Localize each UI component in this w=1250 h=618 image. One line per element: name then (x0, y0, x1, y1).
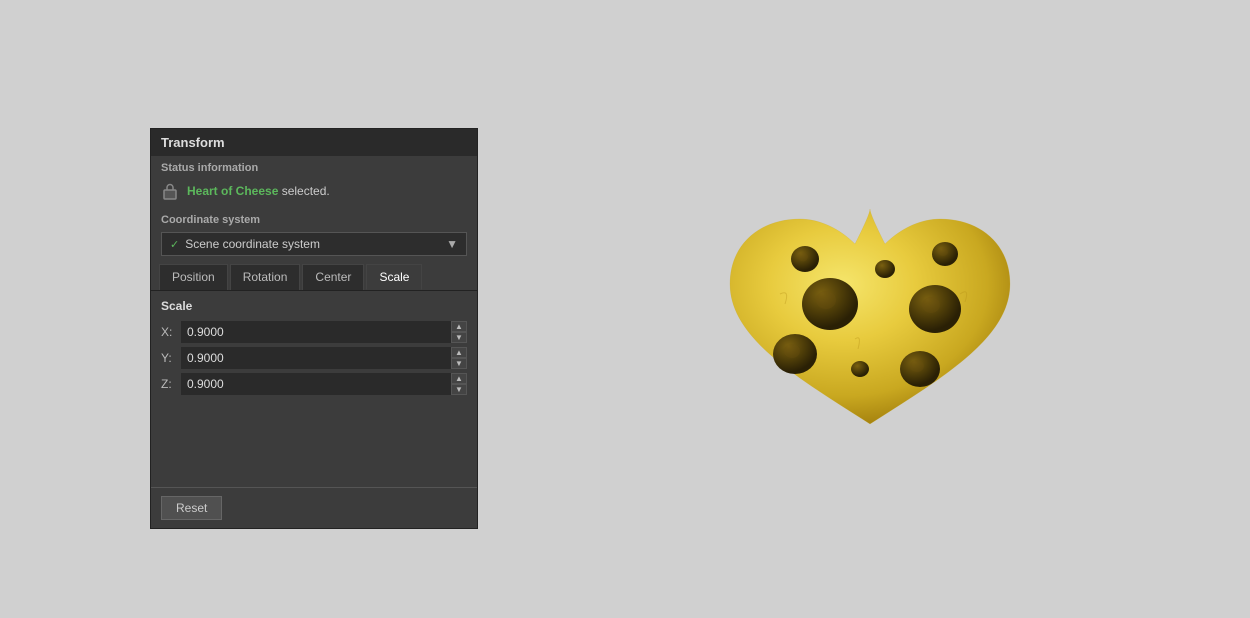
status-text: Heart of Cheese selected. (187, 184, 330, 198)
y-input-row: Y: ▲ ▼ (161, 347, 467, 369)
coord-section-label: Coordinate system (151, 208, 477, 230)
y-value-input[interactable] (181, 347, 467, 369)
tab-center[interactable]: Center (302, 264, 364, 290)
scale-title: Scale (161, 299, 467, 313)
tab-position[interactable]: Position (159, 264, 228, 290)
coord-system-dropdown[interactable]: ✓ Scene coordinate system ▼ (161, 232, 467, 256)
x-decrement-button[interactable]: ▼ (451, 332, 467, 343)
x-axis-label: X: (161, 325, 181, 339)
chevron-down-icon: ▼ (446, 237, 458, 251)
z-value-input[interactable] (181, 373, 467, 395)
z-input-container: ▲ ▼ (181, 373, 467, 395)
bottom-area: Reset (151, 487, 477, 528)
coord-check-icon: ✓ (170, 238, 179, 251)
y-decrement-button[interactable]: ▼ (451, 358, 467, 369)
z-axis-label: Z: (161, 377, 181, 391)
x-input-container: ▲ ▼ (181, 321, 467, 343)
status-row: Heart of Cheese selected. (151, 178, 477, 208)
x-input-row: X: ▲ ▼ (161, 321, 467, 343)
cheese-object (700, 139, 1040, 479)
panel-title: Transform (151, 129, 477, 156)
transform-panel: Transform Status information Heart of Ch… (150, 128, 478, 529)
reset-button[interactable]: Reset (161, 496, 222, 520)
z-input-row: Z: ▲ ▼ (161, 373, 467, 395)
z-increment-button[interactable]: ▲ (451, 373, 467, 384)
x-value-input[interactable] (181, 321, 467, 343)
viewport (490, 0, 1250, 618)
coord-dropdown-inner: ✓ Scene coordinate system (170, 237, 320, 251)
tab-bar: Position Rotation Center Scale (151, 264, 477, 291)
lock-icon (161, 182, 179, 200)
y-spinner: ▲ ▼ (451, 347, 467, 369)
z-decrement-button[interactable]: ▼ (451, 384, 467, 395)
status-suffix: selected. (278, 184, 329, 198)
x-increment-button[interactable]: ▲ (451, 321, 467, 332)
object-name: Heart of Cheese (187, 184, 278, 198)
empty-space (161, 399, 467, 479)
tab-rotation[interactable]: Rotation (230, 264, 301, 290)
scale-content: Scale X: ▲ ▼ Y: ▲ ▼ Z: (151, 291, 477, 487)
y-input-container: ▲ ▼ (181, 347, 467, 369)
status-section-label: Status information (151, 156, 477, 178)
y-increment-button[interactable]: ▲ (451, 347, 467, 358)
z-spinner: ▲ ▼ (451, 373, 467, 395)
y-axis-label: Y: (161, 351, 181, 365)
coord-value: Scene coordinate system (185, 237, 320, 251)
tab-scale[interactable]: Scale (366, 264, 422, 290)
x-spinner: ▲ ▼ (451, 321, 467, 343)
